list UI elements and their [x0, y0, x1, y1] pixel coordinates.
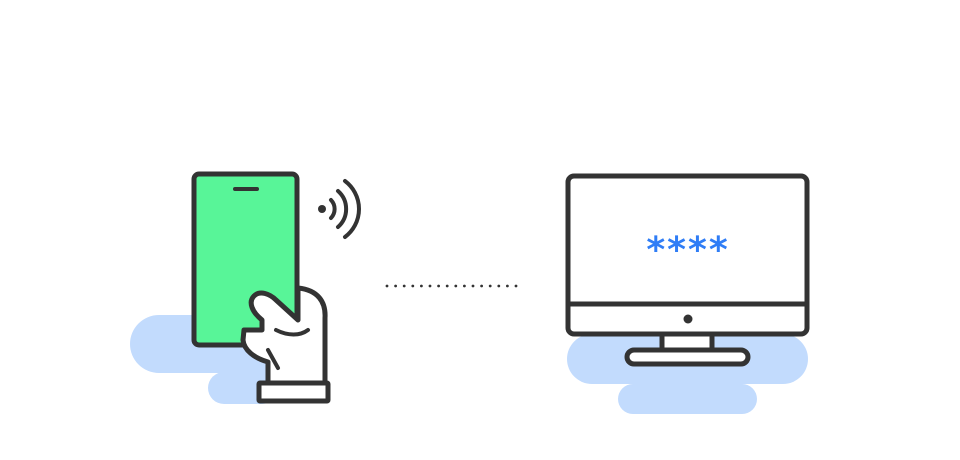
- illustration-stage: ****: [0, 0, 960, 460]
- connection-dot: [514, 284, 518, 288]
- connection-dot: [394, 284, 397, 288]
- connection-dot: [506, 284, 509, 288]
- connection-dot: [497, 284, 501, 288]
- monitor-group: ****: [565, 173, 810, 414]
- connection-dot: [428, 284, 432, 288]
- connection-dot: [454, 284, 458, 288]
- connection-dot: [411, 284, 415, 288]
- connection-dot: [437, 284, 440, 288]
- connection-dot: [480, 284, 483, 288]
- connection-dot: [402, 284, 406, 288]
- password-mask-text: ****: [646, 230, 729, 271]
- phone-tap-group: [130, 171, 361, 404]
- connection-dot: [385, 284, 389, 288]
- connection-dot: [445, 284, 449, 288]
- connection-dot: [488, 284, 492, 288]
- contactless-signal-icon: [318, 179, 361, 239]
- dotted-connection-line: [385, 284, 518, 288]
- connection-dot: [420, 284, 423, 288]
- connection-dot: [463, 284, 466, 288]
- connection-dot: [471, 284, 475, 288]
